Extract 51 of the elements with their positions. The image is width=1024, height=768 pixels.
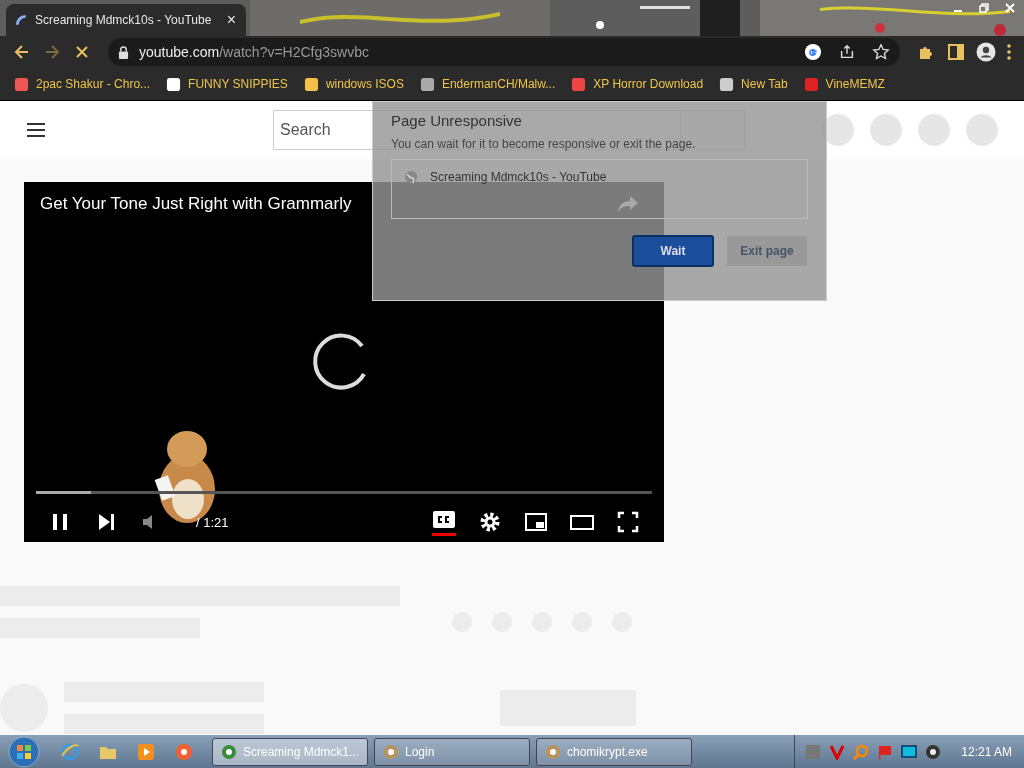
- share-icon[interactable]: [838, 43, 856, 61]
- fullscreen-icon[interactable]: [616, 510, 640, 534]
- address-bar[interactable]: youtube.com/watch?v=H2Cfg3swvbc: [108, 38, 900, 66]
- start-button[interactable]: [6, 735, 42, 768]
- tab-title: Screaming Mdmck10s - YouTube: [35, 13, 213, 27]
- dialog-button[interactable]: Wait: [632, 235, 714, 267]
- miniplayer-icon[interactable]: [524, 510, 548, 534]
- app-icon: [545, 743, 561, 760]
- url-text: youtube.com/watch?v=H2Cfg3swvbc: [139, 44, 369, 60]
- app-icon[interactable]: [174, 741, 194, 762]
- dialog-message: You can wait for it to become responsive or exit the page.: [391, 137, 697, 151]
- google-icon[interactable]: [804, 43, 822, 61]
- favicon-icon: [719, 76, 735, 92]
- dialog-title: Page Unresponsive: [391, 112, 523, 129]
- restore-icon[interactable]: [978, 2, 990, 14]
- page-title: Screaming Mdmck10s - YouTube: [430, 170, 607, 184]
- placeholder-circle: [870, 114, 902, 146]
- bookmark[interactable]: EndermanCH/Malw...: [419, 76, 556, 92]
- lock-icon: [118, 45, 129, 59]
- menu-icon[interactable]: [1006, 42, 1012, 62]
- bookmark[interactable]: XP Horror Download: [571, 76, 704, 92]
- star-icon[interactable]: [872, 43, 890, 61]
- favicon-icon: [166, 76, 182, 92]
- app-icon: [383, 743, 399, 760]
- bookmark[interactable]: VineMEMZ: [803, 76, 885, 92]
- volume-icon[interactable]: [925, 743, 942, 760]
- favicon-icon: [571, 76, 587, 92]
- bookmark[interactable]: 2pac Shakur - Chro...: [14, 76, 151, 92]
- captions-icon[interactable]: [432, 508, 456, 536]
- video-time: / 1:21: [196, 514, 229, 530]
- bookmark[interactable]: FUNNY SNIPPIES: [166, 76, 288, 92]
- app-icon: [221, 743, 237, 760]
- placeholder-circle: [966, 114, 998, 146]
- settings-icon[interactable]: [478, 510, 502, 534]
- favicon-icon: [303, 76, 319, 92]
- bookmark[interactable]: New Tab: [719, 76, 788, 92]
- globe-icon: [404, 170, 418, 184]
- monitor-icon[interactable]: [901, 743, 918, 760]
- browser-tab[interactable]: Screaming Mdmck10s - YouTube ×: [6, 4, 246, 36]
- profile-icon[interactable]: [976, 42, 996, 62]
- clock: 12:21 AM: [961, 744, 1012, 759]
- favicon-icon: [419, 76, 435, 92]
- menu-icon[interactable]: [26, 122, 46, 138]
- sidebar-icon[interactable]: [946, 42, 966, 62]
- favicon-icon: [14, 76, 29, 92]
- favicon-icon: [803, 76, 819, 92]
- media-player-icon[interactable]: [136, 741, 156, 762]
- placeholder-circle: [918, 114, 950, 146]
- bookmark[interactable]: windows ISOS: [303, 76, 404, 92]
- tab-close-button[interactable]: ×: [226, 12, 236, 28]
- close-icon[interactable]: [1004, 2, 1016, 14]
